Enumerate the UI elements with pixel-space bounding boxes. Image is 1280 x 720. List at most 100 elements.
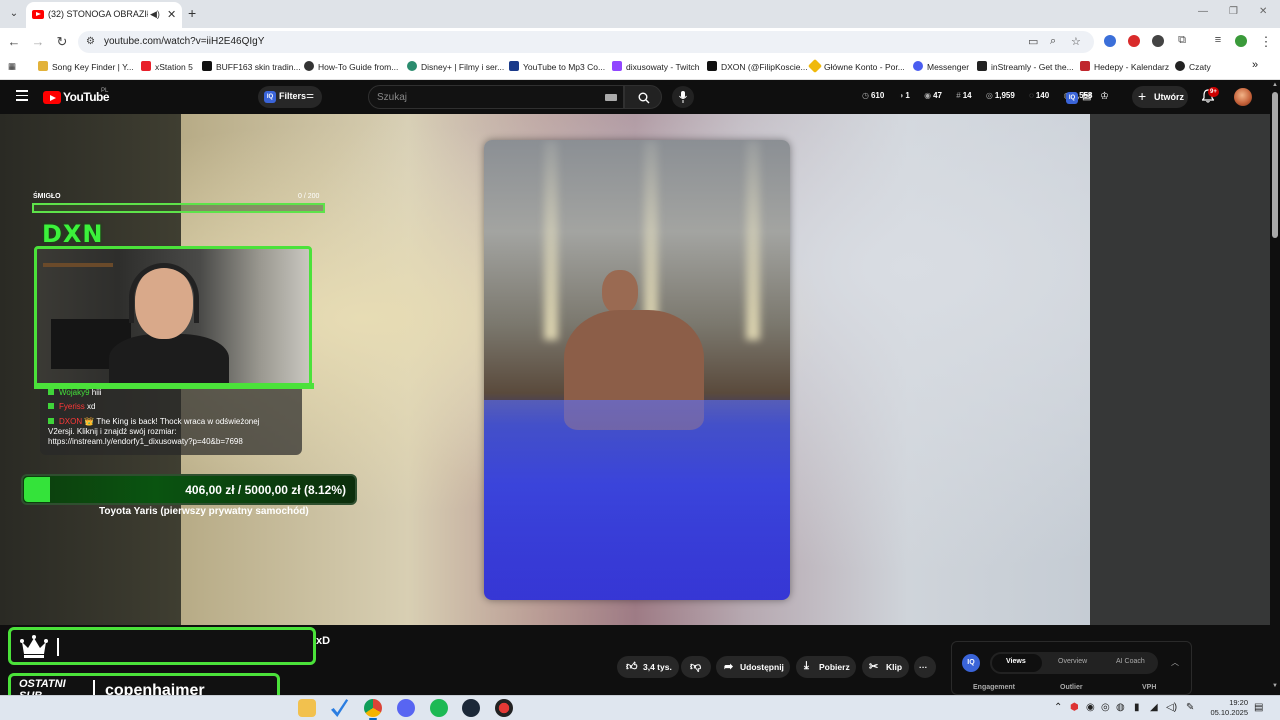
- twitch-icon: [612, 61, 622, 71]
- create-button[interactable]: + Utwórz: [1132, 86, 1188, 108]
- bookmark-label: inStreamly - Get the...: [991, 62, 1074, 72]
- bookmark-item[interactable]: inStreamly - Get the...: [977, 61, 1074, 72]
- network-icon[interactable]: ◢: [1150, 702, 1158, 713]
- clip-button[interactable]: ✂ Klip: [862, 656, 909, 678]
- more-actions-button[interactable]: ···: [914, 656, 936, 678]
- show-hidden-icons[interactable]: ⌃: [1054, 702, 1062, 713]
- share-label: Udostępnij: [740, 662, 784, 672]
- tab-search-icon[interactable]: ⌄: [6, 6, 22, 22]
- notes-icon[interactable]: ▤: [1082, 91, 1091, 102]
- hamburger-menu-icon[interactable]: [16, 90, 28, 104]
- windows-taskbar: ⌃ ⬢ ◉ ◎ ◍ ▮ ◢ ◁) ✎ 19:20 05.10.2025 ▤: [0, 695, 1280, 720]
- bookmark-item[interactable]: Hedepy - Kalendarz: [1080, 61, 1169, 72]
- scroll-up-arrow-icon[interactable]: ▲: [1272, 82, 1278, 88]
- address-bar[interactable]: ⚙ youtube.com/watch?v=iiH2E46QIgY ▭ ⌕ ☆: [78, 31, 1094, 53]
- search-button[interactable]: [624, 85, 662, 109]
- apps-grid-icon[interactable]: ▦: [8, 61, 16, 72]
- stat-item: ◷ 610: [862, 91, 890, 100]
- tab-views[interactable]: Views: [1006, 658, 1026, 665]
- browser-tab[interactable]: (32) STONOGA OBRAZIŁ SI ◀) ✕: [26, 2, 182, 28]
- text-cursor: [57, 638, 59, 656]
- install-app-icon[interactable]: ▭: [1028, 35, 1038, 48]
- bookmark-item[interactable]: Song Key Finder | Y...: [38, 61, 134, 72]
- bookmark-item[interactable]: dixusowaty - Twitch: [612, 61, 700, 72]
- audio-playing-icon[interactable]: ◀): [150, 9, 160, 20]
- bookmark-item[interactable]: Główne Konto - Por...: [807, 58, 905, 74]
- file-explorer-icon[interactable]: [298, 699, 316, 717]
- filters-button[interactable]: IQ Filters ⚌: [258, 86, 322, 108]
- dislike-button[interactable]: 👎︎: [681, 656, 711, 678]
- chat-badge-icon: [48, 389, 54, 395]
- bookmark-item[interactable]: BUFF163 skin tradin...: [202, 61, 301, 72]
- forward-button[interactable]: →: [30, 34, 46, 49]
- minimize-window-button[interactable]: —: [1198, 6, 1208, 17]
- discord-icon[interactable]: [397, 699, 415, 717]
- panel-tab-bar: Views Overview AI Coach: [990, 652, 1158, 674]
- system-clock[interactable]: 19:20 05.10.2025: [1204, 698, 1248, 718]
- address-url[interactable]: youtube.com/watch?v=iiH2E46QIgY: [104, 36, 264, 47]
- app-icon[interactable]: [495, 699, 513, 717]
- steam-tray-icon[interactable]: ◎: [1101, 702, 1110, 713]
- volume-icon[interactable]: ◁): [1166, 702, 1177, 713]
- back-button[interactable]: ←: [6, 34, 22, 49]
- site-info-icon[interactable]: ⚙: [86, 36, 95, 47]
- notification-center-icon[interactable]: ▤: [1254, 702, 1263, 713]
- profile-avatar[interactable]: [1235, 35, 1247, 47]
- bookmark-item[interactable]: YouTube to Mp3 Co...: [509, 61, 605, 72]
- spotify-icon[interactable]: [430, 699, 448, 717]
- tab-ai-coach[interactable]: AI Coach: [1116, 658, 1145, 665]
- extension-icon[interactable]: [1104, 35, 1116, 47]
- vidiq-extension-icon[interactable]: IQ: [1066, 91, 1078, 104]
- goal-count: 0 / 200: [298, 193, 320, 200]
- like-button[interactable]: 👍︎ 3,4 tys.: [617, 656, 679, 678]
- iq-logo-icon: IQ: [962, 654, 980, 672]
- extensions-puzzle-icon[interactable]: ⧉: [1174, 34, 1190, 47]
- extension-icon[interactable]: [1152, 35, 1164, 47]
- reload-button[interactable]: ↻: [54, 34, 70, 50]
- download-button[interactable]: ⤓ Pobierz: [796, 656, 856, 678]
- tray-app-icon[interactable]: ◍: [1116, 702, 1125, 713]
- stat-value: 14: [962, 91, 972, 100]
- bookmark-icon: [407, 61, 417, 71]
- clock-time: 19:20: [1229, 698, 1248, 707]
- scroll-down-arrow-icon[interactable]: ▼: [1272, 683, 1278, 689]
- tray-app-icon[interactable]: ⬢: [1070, 702, 1079, 713]
- reading-list-icon[interactable]: ≡: [1210, 34, 1226, 46]
- steam-icon[interactable]: [462, 699, 480, 717]
- bookmark-item[interactable]: Disney+ | Filmy i ser...: [407, 61, 504, 72]
- account-avatar[interactable]: [1234, 88, 1252, 106]
- more-bookmarks-icon[interactable]: »: [1252, 59, 1258, 71]
- share-button[interactable]: ➦ Udostępnij: [716, 656, 790, 678]
- bookmark-label: Messenger: [927, 62, 970, 72]
- tab-overview[interactable]: Overview: [1058, 658, 1087, 665]
- close-tab-icon[interactable]: ✕: [167, 8, 176, 21]
- bookmark-item[interactable]: Messenger: [913, 61, 969, 72]
- new-tab-button[interactable]: +: [188, 5, 196, 21]
- extension-adblock-icon[interactable]: [1128, 35, 1140, 47]
- iq-logo-icon: IQ: [264, 91, 276, 103]
- browser-menu-icon[interactable]: ⋮: [1258, 34, 1274, 50]
- youtube-logo-icon[interactable]: [43, 91, 61, 104]
- bookmark-item[interactable]: xStation 5: [141, 61, 193, 72]
- bookmark-item[interactable]: Czaty: [1175, 61, 1211, 72]
- chrome-icon[interactable]: [364, 699, 382, 717]
- collapse-panel-icon[interactable]: ︿: [1171, 657, 1179, 668]
- page-scrollbar[interactable]: ▲ ▼: [1270, 80, 1280, 695]
- tray-app-icon[interactable]: ◉: [1086, 702, 1095, 713]
- todo-checkmark-icon[interactable]: [331, 699, 349, 717]
- search-input[interactable]: [377, 90, 597, 104]
- keyboard-icon[interactable]: [605, 94, 617, 101]
- pen-icon[interactable]: ✎: [1186, 702, 1194, 713]
- scrollbar-thumb[interactable]: [1272, 92, 1278, 238]
- bookmark-label: xStation 5: [155, 62, 193, 72]
- bookmark-item[interactable]: DXON (@FilipKoscie...: [707, 61, 808, 72]
- voice-search-button[interactable]: [672, 86, 694, 108]
- zoom-icon[interactable]: ⌕: [1050, 35, 1056, 48]
- restore-window-button[interactable]: ❐: [1229, 6, 1238, 17]
- bookmark-star-icon[interactable]: ☆: [1071, 35, 1081, 48]
- bookmark-item[interactable]: How-To Guide from...: [304, 61, 398, 72]
- microphone-tray-icon[interactable]: ▮: [1134, 702, 1140, 713]
- browser-toolbar: ← → ↻ ⚙ youtube.com/watch?v=iiH2E46QIgY …: [0, 28, 1280, 56]
- close-window-button[interactable]: ✕: [1259, 6, 1267, 17]
- award-icon[interactable]: ♔: [1100, 91, 1109, 102]
